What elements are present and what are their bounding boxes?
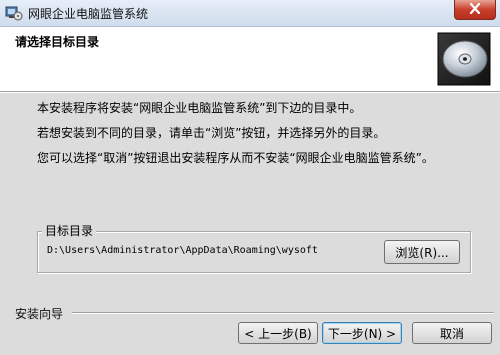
header-separator bbox=[0, 92, 500, 93]
next-button[interactable]: 下一步(N) > bbox=[322, 322, 402, 344]
window-title: 网眼企业电脑监管系统 bbox=[28, 7, 149, 21]
instruction-line-1: 本安装程序将安装“网眼企业电脑监管系统”到下边的目录中。 bbox=[37, 101, 362, 115]
wizard-brand-label: 安装向导 bbox=[15, 307, 64, 321]
cd-disc-icon bbox=[436, 31, 492, 87]
instruction-line-2: 若想安装到不同的目录，请单击“浏览”按钮，并选择另外的目录。 bbox=[37, 126, 386, 140]
footer-divider bbox=[72, 312, 494, 313]
cancel-button[interactable]: 取消 bbox=[412, 322, 492, 344]
install-path: D:\Users\Administrator\AppData\Roaming\w… bbox=[47, 245, 318, 256]
instruction-line-3: 您可以选择“取消”按钮退出安装程序从而不安装“网眼企业电脑监管系统”。 bbox=[37, 151, 434, 165]
title-bar[interactable]: 网眼企业电脑监管系统 bbox=[0, 0, 500, 27]
close-button[interactable] bbox=[454, 0, 496, 20]
target-directory-label: 目标目录 bbox=[42, 222, 97, 239]
back-button[interactable]: < 上一步(B) bbox=[238, 322, 318, 344]
close-icon bbox=[469, 2, 481, 17]
page-title: 请选择目标目录 bbox=[15, 35, 100, 49]
wizard-header: 请选择目标目录 bbox=[0, 27, 500, 92]
browse-button[interactable]: 浏览(R)... bbox=[384, 240, 460, 264]
setup-app-icon bbox=[5, 4, 23, 22]
